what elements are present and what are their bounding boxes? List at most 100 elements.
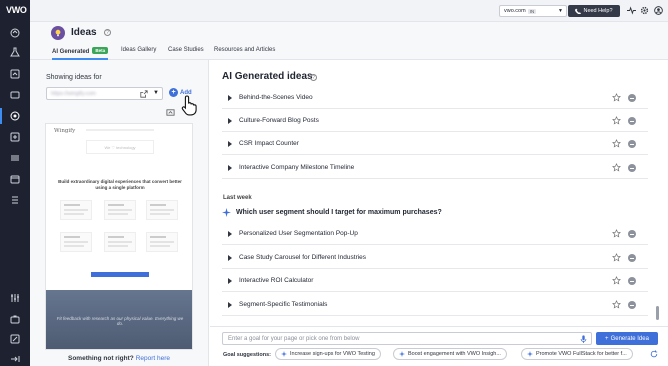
vwo-logo[interactable]: VWO: [6, 5, 27, 15]
idea-row[interactable]: Interactive ROI Calculator: [222, 270, 648, 292]
help-circle-icon[interactable]: ?: [310, 74, 317, 81]
idea-row[interactable]: Personalized User Segmentation Pop-Up: [222, 223, 648, 245]
tab-ideas-gallery[interactable]: Ideas Gallery: [121, 47, 156, 60]
report-line: Something not right? Report here: [68, 355, 170, 362]
domain-selector[interactable]: vwo.com IN ▼: [499, 5, 567, 17]
preview-card: [60, 232, 92, 252]
report-here-link[interactable]: Report here: [136, 355, 170, 362]
insights-icon[interactable]: [9, 68, 21, 80]
left-nav-rail: VWO: [0, 0, 30, 366]
previous-goal-question: Which user segment should I target for m…: [222, 208, 442, 217]
idea-row[interactable]: Case Study Carousel for Different Indust…: [222, 247, 648, 269]
star-icon[interactable]: [612, 163, 621, 172]
microphone-icon[interactable]: [580, 335, 587, 343]
preview-cta: [91, 272, 149, 277]
hand-cursor-icon: [181, 95, 197, 116]
calendar-icon[interactable]: [9, 173, 21, 185]
layers-icon[interactable]: [9, 152, 21, 164]
user-account-icon[interactable]: [653, 5, 664, 16]
idea-title: CSR Impact Counter: [239, 140, 299, 147]
idea-title: Interactive ROI Calculator: [239, 277, 314, 284]
need-help-button[interactable]: Need Help?: [568, 5, 620, 17]
website-preview: Wingify We ♡ technology Build extraordin…: [45, 123, 193, 350]
domain-text: vwo.com: [504, 8, 526, 14]
star-icon[interactable]: [612, 139, 621, 148]
expand-arrow-icon[interactable]: [228, 278, 232, 284]
activity-icon[interactable]: [626, 5, 637, 16]
idea-row[interactable]: CSR Impact Counter: [222, 133, 648, 155]
tab-case-studies[interactable]: Case Studies: [168, 47, 204, 60]
flask-icon[interactable]: [9, 46, 21, 58]
scrollbar[interactable]: [656, 306, 659, 320]
help-circle-icon[interactable]: ?: [104, 29, 111, 36]
dismiss-icon[interactable]: [628, 230, 636, 238]
tab-label: AI Generated: [52, 49, 90, 55]
star-icon[interactable]: [612, 229, 621, 238]
goal-suggestion-chip[interactable]: Boost engagement with VWO Insigh...: [393, 348, 507, 360]
preview-card: [146, 232, 178, 252]
sliders-icon[interactable]: [9, 292, 21, 304]
briefcase-icon[interactable]: [9, 313, 21, 325]
home-icon[interactable]: [9, 27, 21, 39]
generate-idea-button[interactable]: + Generate Idea: [596, 332, 658, 345]
goal-composer: Enter a goal for your page or pick one f…: [210, 326, 668, 366]
dismiss-icon[interactable]: [628, 140, 636, 148]
external-link-icon[interactable]: [140, 90, 148, 98]
idea-title: Segment-Specific Testimonials: [239, 301, 328, 308]
sparkle-icon: [399, 351, 405, 357]
integrations-icon[interactable]: [9, 333, 21, 345]
idea-title: Case Study Carousel for Different Indust…: [239, 254, 367, 261]
dismiss-icon[interactable]: [628, 94, 636, 102]
target-icon[interactable]: [0, 108, 21, 124]
preview-photo: Fit feedback with research as our physic…: [46, 290, 192, 349]
goal-input[interactable]: Enter a goal for your page or pick one f…: [222, 332, 592, 345]
preview-nav: [86, 129, 154, 131]
expand-arrow-icon[interactable]: [228, 231, 232, 237]
collapse-icon[interactable]: [9, 353, 21, 365]
expand-arrow-icon[interactable]: [228, 165, 232, 171]
goal-suggestion-chip[interactable]: Increase sign-ups for VWO Testing: [275, 348, 381, 360]
phone-icon: [575, 8, 582, 14]
goal-suggestion-chip[interactable]: Promote VWO FullStack for better f...: [521, 348, 633, 360]
reports-icon[interactable]: [9, 194, 21, 206]
idea-row[interactable]: Behind-the-Scenes Video: [222, 87, 648, 109]
star-icon[interactable]: [612, 300, 621, 309]
section-label-last-week: Last week: [223, 195, 252, 201]
dismiss-icon[interactable]: [628, 301, 636, 309]
plus-icon: +: [605, 335, 609, 342]
expand-arrow-icon[interactable]: [228, 302, 232, 308]
expand-arrow-icon[interactable]: [228, 118, 232, 124]
preview-card: [146, 200, 178, 220]
star-icon[interactable]: [612, 276, 621, 285]
plus-icon: +: [169, 88, 178, 97]
report-text: Something not right?: [68, 355, 134, 362]
expand-arrow-icon[interactable]: [228, 95, 232, 101]
dismiss-icon[interactable]: [628, 254, 636, 262]
refresh-icon[interactable]: [650, 350, 658, 358]
dismiss-icon[interactable]: [628, 117, 636, 125]
data-icon[interactable]: [9, 89, 21, 101]
idea-row[interactable]: Interactive Company Milestone Timeline: [222, 157, 648, 179]
idea-title: Interactive Company Milestone Timeline: [239, 164, 355, 171]
gear-icon[interactable]: [639, 5, 650, 16]
website-url-select[interactable]: https://wingify.com ▼: [46, 87, 163, 100]
screenshot-icon[interactable]: [166, 108, 175, 117]
tab-resources-articles[interactable]: Resources and Articles: [214, 47, 275, 60]
star-icon[interactable]: [612, 116, 621, 125]
preview-card: [60, 200, 92, 220]
dismiss-icon[interactable]: [628, 164, 636, 172]
preview-hero: We ♡ technology: [86, 140, 154, 154]
tab-ai-generated[interactable]: AI Generated Beta: [52, 47, 109, 60]
star-icon[interactable]: [612, 93, 621, 102]
goal-suggestions-label: Goal suggestions:: [223, 352, 271, 358]
need-help-label: Need Help?: [583, 8, 613, 14]
expand-arrow-icon[interactable]: [228, 141, 232, 147]
expand-arrow-icon[interactable]: [228, 255, 232, 261]
star-icon[interactable]: [612, 253, 621, 262]
idea-title: Culture-Forward Blog Posts: [239, 117, 319, 124]
dismiss-icon[interactable]: [628, 277, 636, 285]
idea-row[interactable]: Culture-Forward Blog Posts: [222, 110, 648, 132]
idea-row[interactable]: Segment-Specific Testimonials: [222, 294, 648, 316]
page-title: Ideas: [71, 27, 97, 38]
deploy-icon[interactable]: [9, 131, 21, 143]
